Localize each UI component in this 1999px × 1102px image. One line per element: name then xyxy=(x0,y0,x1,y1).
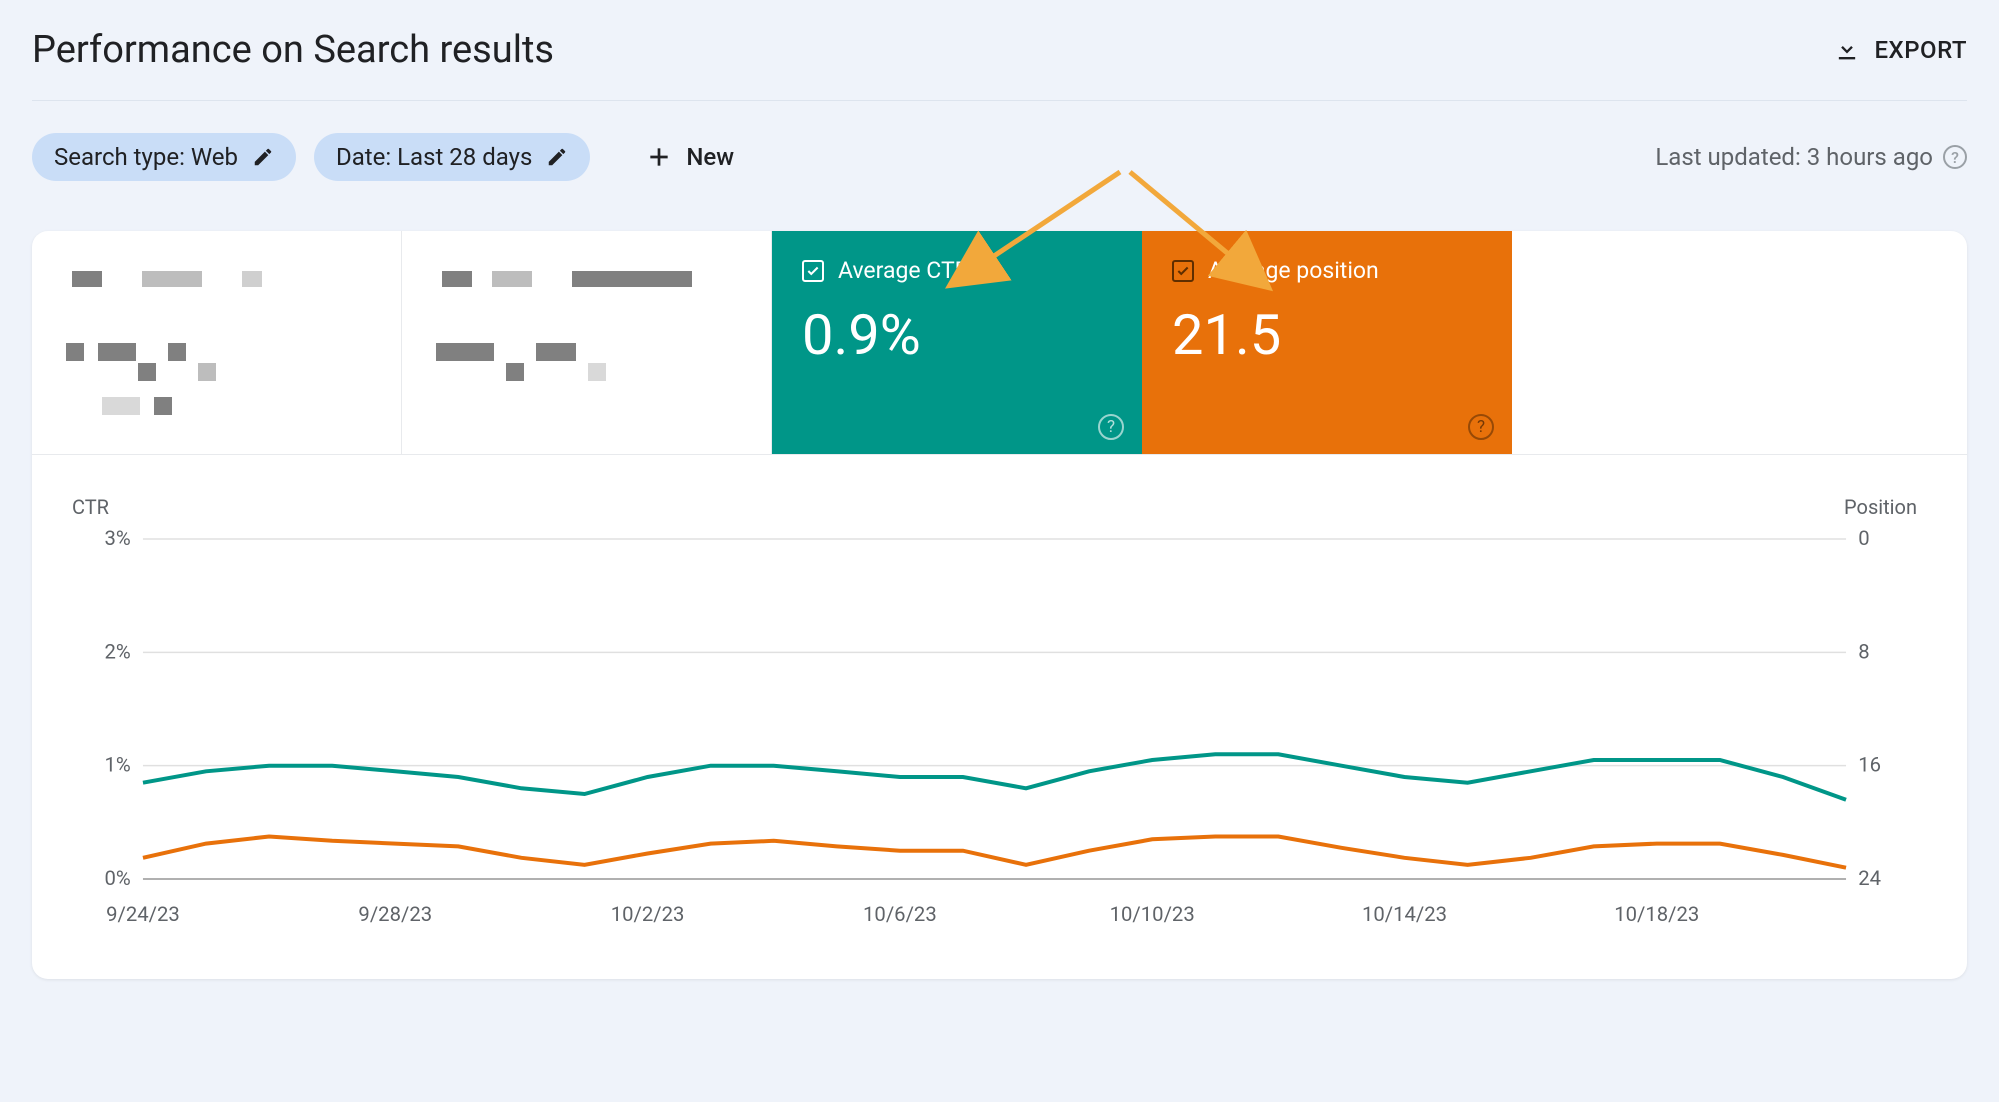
svg-text:10/14/23: 10/14/23 xyxy=(1362,902,1447,926)
ctr-value: 0.9% xyxy=(802,302,1112,368)
svg-text:10/18/23: 10/18/23 xyxy=(1614,902,1699,926)
svg-text:2%: 2% xyxy=(105,639,131,663)
svg-text:16: 16 xyxy=(1858,753,1881,777)
svg-text:10/2/23: 10/2/23 xyxy=(611,902,685,926)
svg-text:0%: 0% xyxy=(105,866,131,890)
performance-panel: Average CTR 0.9% ? Average position 21.5… xyxy=(32,231,1967,979)
new-label: New xyxy=(686,143,734,171)
right-axis-label: Position xyxy=(1844,495,1917,519)
svg-text:24: 24 xyxy=(1858,866,1881,890)
page-title: Performance on Search results xyxy=(32,28,554,72)
metric-card-ctr[interactable]: Average CTR 0.9% ? xyxy=(772,231,1142,454)
left-axis-label: CTR xyxy=(72,495,109,519)
export-label: EXPORT xyxy=(1875,36,1968,64)
svg-text:0: 0 xyxy=(1858,526,1869,550)
svg-text:3%: 3% xyxy=(105,526,131,550)
search-type-label: Search type: Web xyxy=(54,143,238,171)
date-range-chip[interactable]: Date: Last 28 days xyxy=(314,133,590,181)
chart-area: CTR Position 0% 24 1% 16 2% 8 3% 0 9/24/23 9/28/2… xyxy=(32,455,1967,979)
last-updated-text: Last updated: 3 hours ago xyxy=(1655,143,1933,171)
svg-text:10/10/23: 10/10/23 xyxy=(1110,902,1195,926)
position-value: 21.5 xyxy=(1172,302,1482,368)
download-icon xyxy=(1833,36,1861,64)
svg-text:9/24/23: 9/24/23 xyxy=(106,902,180,926)
filter-row: Search type: Web Date: Last 28 days New … xyxy=(32,101,1967,231)
last-updated: Last updated: 3 hours ago ? xyxy=(1655,143,1967,171)
checkbox-icon xyxy=(1172,260,1194,282)
checkbox-icon xyxy=(802,260,824,282)
help-icon[interactable]: ? xyxy=(1943,145,1967,169)
plus-icon xyxy=(646,144,672,170)
new-filter-button[interactable]: New xyxy=(632,133,748,181)
pencil-icon xyxy=(252,146,274,168)
metric-cards: Average CTR 0.9% ? Average position 21.5… xyxy=(32,231,1967,455)
svg-text:9/28/23: 9/28/23 xyxy=(358,902,432,926)
position-label: Average position xyxy=(1208,257,1379,284)
page-header: Performance on Search results EXPORT xyxy=(32,28,1967,101)
metric-card-position[interactable]: Average position 21.5 ? xyxy=(1142,231,1512,454)
metric-card-clicks[interactable] xyxy=(32,231,402,454)
line-chart: 0% 24 1% 16 2% 8 3% 0 9/24/23 9/28/23 10/2/23 10/6/… xyxy=(72,519,1917,939)
svg-text:10/6/23: 10/6/23 xyxy=(863,902,937,926)
metric-card-impressions[interactable] xyxy=(402,231,772,454)
help-icon[interactable]: ? xyxy=(1098,414,1124,440)
help-icon[interactable]: ? xyxy=(1468,414,1494,440)
date-range-label: Date: Last 28 days xyxy=(336,143,532,171)
search-type-chip[interactable]: Search type: Web xyxy=(32,133,296,181)
svg-text:8: 8 xyxy=(1858,639,1869,663)
svg-text:1%: 1% xyxy=(105,753,131,777)
export-button[interactable]: EXPORT xyxy=(1833,36,1968,64)
ctr-label: Average CTR xyxy=(838,257,969,284)
pencil-icon xyxy=(546,146,568,168)
